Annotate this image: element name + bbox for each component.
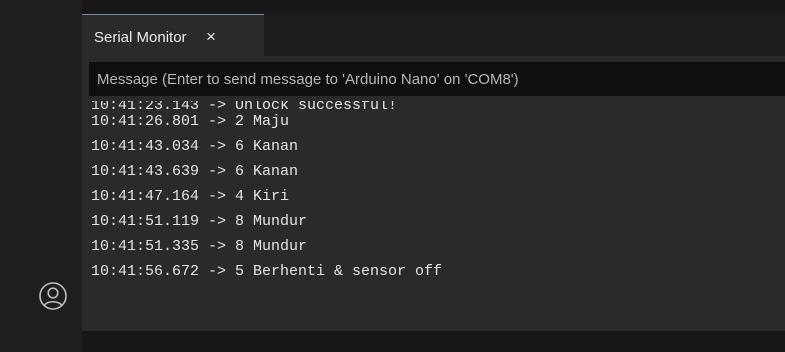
message-input-row <box>82 56 785 101</box>
output-line: 10:41:47.164 -> 4 Kiri <box>91 188 290 205</box>
tab-bar: Serial Monitor × <box>82 14 785 56</box>
sidebar <box>0 0 82 352</box>
output-line: 10:41:51.119 -> 8 Mundur <box>91 213 308 230</box>
tab-label: Serial Monitor <box>94 29 187 46</box>
output-line: 10:41:43.639 -> 6 Kanan <box>91 163 299 180</box>
message-input[interactable] <box>89 62 785 96</box>
tab-serial-monitor[interactable]: Serial Monitor × <box>82 14 264 56</box>
output-line: 10:41:43.034 -> 6 Kanan <box>91 138 299 155</box>
close-icon[interactable]: × <box>206 27 216 47</box>
output-line: 10:41:26.801 -> 2 Maju <box>91 113 290 130</box>
account-icon[interactable] <box>38 281 68 311</box>
output-line: 10:41:56.672 -> 5 Berhenti & sensor off <box>91 263 443 280</box>
output-line: 10:41:51.335 -> 8 Mundur <box>91 238 308 255</box>
serial-output[interactable]: 10:41:23.143 -> Unlock successful! 10:41… <box>82 101 785 331</box>
serial-monitor-panel: Serial Monitor × 10:41:23.143 -> Unlock … <box>82 0 785 352</box>
